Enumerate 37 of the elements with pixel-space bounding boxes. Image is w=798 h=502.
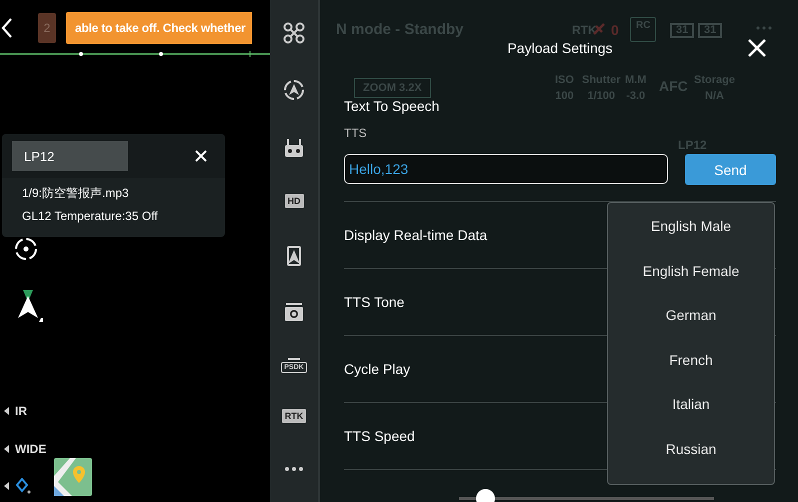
drone-icon[interactable] xyxy=(283,22,305,44)
more-icon xyxy=(756,26,772,30)
status-badge[interactable]: HD xyxy=(284,194,304,208)
dialog-title: Payload Settings xyxy=(507,40,613,56)
lens-label[interactable]: WIDE xyxy=(15,442,46,456)
setting-label: Cycle Play xyxy=(344,361,410,377)
dropdown-option[interactable]: Russian xyxy=(608,426,774,471)
caret-icon[interactable] xyxy=(4,445,9,453)
payload-name-field[interactable]: LP12 xyxy=(12,141,128,171)
setting-label: TTS Tone xyxy=(344,294,404,310)
caret-icon[interactable] xyxy=(4,482,9,490)
setting-label: TTS Speed xyxy=(344,428,415,444)
text-input-field[interactable]: Hello,123 xyxy=(344,154,668,184)
dropdown-option[interactable]: French xyxy=(608,338,774,382)
close-icon[interactable] xyxy=(748,39,766,57)
status-badge[interactable]: RTK xyxy=(282,408,306,423)
dropdown-option[interactable]: German xyxy=(608,293,774,338)
warning-banner: able to take off. Check whether xyxy=(66,12,252,44)
diamond-icon[interactable] xyxy=(15,478,31,494)
status-text: GL12 Temperature:35 Off xyxy=(21,209,159,223)
rtk-count: 0 xyxy=(611,22,619,38)
controller-icon[interactable] xyxy=(283,136,305,159)
camera-icon[interactable] xyxy=(283,300,305,323)
status-text: 1/9:防空警报声.mp3 xyxy=(21,185,130,202)
dropdown-option[interactable]: English Female xyxy=(608,248,774,293)
setting-sublabel: TTS xyxy=(344,126,368,140)
back-icon[interactable] xyxy=(0,17,14,39)
notification-count: 2 xyxy=(38,13,56,43)
dropdown-option[interactable]: English Male xyxy=(608,204,774,248)
target-icon[interactable] xyxy=(14,237,38,261)
dropdown-option[interactable]: Italian xyxy=(608,382,774,426)
setting-label: Text To Speech xyxy=(344,98,440,114)
navigation-icon[interactable] xyxy=(283,79,305,102)
setting-label: Display Real-time Data xyxy=(344,227,488,243)
lens-label[interactable]: IR xyxy=(15,404,27,418)
close-icon[interactable] xyxy=(195,150,207,162)
caret-icon[interactable] xyxy=(4,407,9,415)
